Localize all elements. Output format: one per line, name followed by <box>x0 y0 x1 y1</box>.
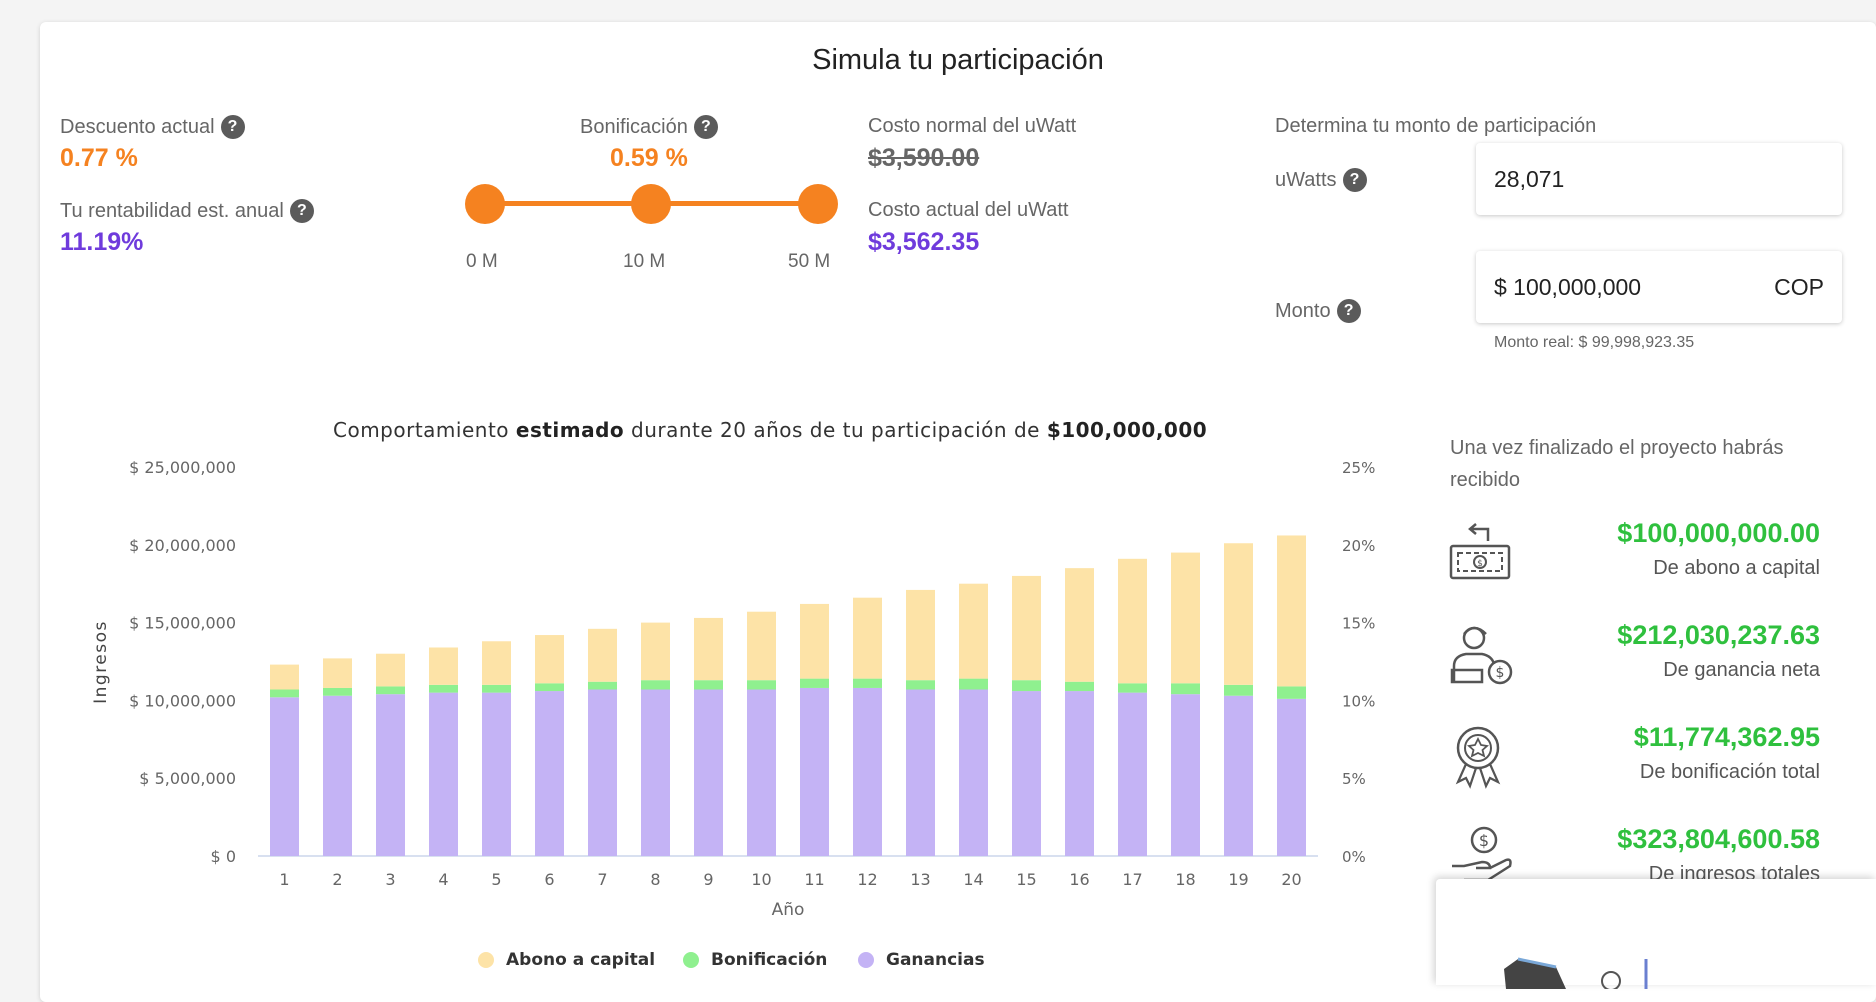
rentabilidad-label-row: Tu rentabilidad est. anual ? <box>60 199 314 223</box>
slider-stop-50[interactable] <box>798 184 838 224</box>
legend-label: Abono a capital <box>506 950 656 970</box>
slider-tick-label: 10 M <box>623 251 666 272</box>
rentabilidad-label: Tu rentabilidad est. anual <box>60 199 284 222</box>
floating-popup-panel[interactable] <box>1436 879 1876 989</box>
summary-amount-capital: $100,000,000.00 <box>1617 518 1820 548</box>
uwatts-label: uWatts <box>1275 168 1337 191</box>
chart-title-prefix: Comportamiento <box>333 418 516 442</box>
svg-text:$: $ <box>1496 665 1505 681</box>
legend-swatch <box>858 952 874 968</box>
summary-desc-ganancia: De ganancia neta <box>1663 659 1820 681</box>
chart-title-bold: estimado <box>515 418 625 442</box>
monto-input[interactable]: $ 100,000,000 COP <box>1476 251 1842 323</box>
slider-tick-label: 50 M <box>788 251 831 272</box>
legend-label: Bonificación <box>711 950 828 970</box>
descuento-value: 0.77 % <box>60 144 138 172</box>
help-icon[interactable]: ? <box>220 115 245 139</box>
costo-normal-label: Costo normal del uWatt <box>868 115 1077 137</box>
svg-text:$: $ <box>1479 831 1489 850</box>
help-icon[interactable]: ? <box>289 199 314 223</box>
award-medal-icon <box>1455 726 1501 789</box>
summary-amount-bonificacion: $11,774,362.95 <box>1633 722 1820 752</box>
costo-actual-label: Costo actual del uWatt <box>868 199 1069 221</box>
legend-label: Ganancias <box>886 950 985 970</box>
summary-desc-bonificacion: De bonificación total <box>1639 761 1820 783</box>
descuento-label-row: Descuento actual ? <box>60 115 245 139</box>
slider-tick-label: 0 M <box>466 251 498 272</box>
chart-title-amount: $100,000,000 <box>1046 418 1208 442</box>
summary-amount-ingresos: $323,804,600.58 <box>1617 824 1820 854</box>
bonificacion-label-row: Bonificación ? <box>580 115 718 139</box>
bonificacion-label: Bonificación <box>580 115 688 138</box>
person-money-icon: $ <box>1450 626 1513 685</box>
summary-intro: Una vez finalizado el proyecto habrás re… <box>1450 437 1784 491</box>
descuento-label: Descuento actual <box>60 115 215 138</box>
monto-label-row: Monto ? <box>1275 299 1361 323</box>
slider-stop-0[interactable] <box>465 184 505 224</box>
page-title: Simula tu participación <box>812 44 1104 76</box>
monto-label: Monto <box>1275 299 1331 322</box>
rentabilidad-value: 11.19% <box>60 228 144 256</box>
legend-swatch <box>478 952 494 968</box>
popup-illustration <box>1504 957 1648 989</box>
currency-label: COP <box>1774 273 1824 300</box>
uwatts-input-value: 28,071 <box>1494 165 1565 192</box>
legend-item-ganancias[interactable]: Ganancias <box>858 950 985 970</box>
svg-text:$: $ <box>1477 559 1483 569</box>
simulator-card: Simula tu participación Descuento actual… <box>40 22 1876 1002</box>
costo-normal-value: $3,590.00 <box>868 144 980 172</box>
legend-swatch <box>683 952 699 968</box>
monto-real: Monto real: $ 99,998,923.35 <box>1494 334 1695 351</box>
uwatts-input[interactable]: 28,071 <box>1476 143 1842 215</box>
legend-item-bonificacion[interactable]: Bonificación <box>683 950 827 970</box>
costo-actual-value: $3,562.35 <box>868 228 980 256</box>
chart-title-middle: durante 20 años de tu participación de <box>624 418 1047 442</box>
summary-amount-ganancia: $212,030,237.63 <box>1617 620 1820 650</box>
help-icon[interactable]: ? <box>1336 299 1361 323</box>
slider-stop-10[interactable] <box>631 184 671 224</box>
summary-desc-capital: De abono a capital <box>1653 557 1820 579</box>
uwatts-label-row: uWatts ? <box>1275 168 1367 192</box>
cash-return-icon: $ <box>1449 523 1511 580</box>
monto-input-value: $ 100,000,000 <box>1494 273 1642 300</box>
bonificacion-value: 0.59 % <box>610 144 688 172</box>
legend-item-abono[interactable]: Abono a capital <box>478 950 655 970</box>
help-icon[interactable]: ? <box>693 115 718 139</box>
chart-title: Comportamiento estimado durante 20 años … <box>333 418 1207 442</box>
help-icon[interactable]: ? <box>1342 168 1367 192</box>
participacion-heading: Determina tu monto de participación <box>1275 115 1597 137</box>
